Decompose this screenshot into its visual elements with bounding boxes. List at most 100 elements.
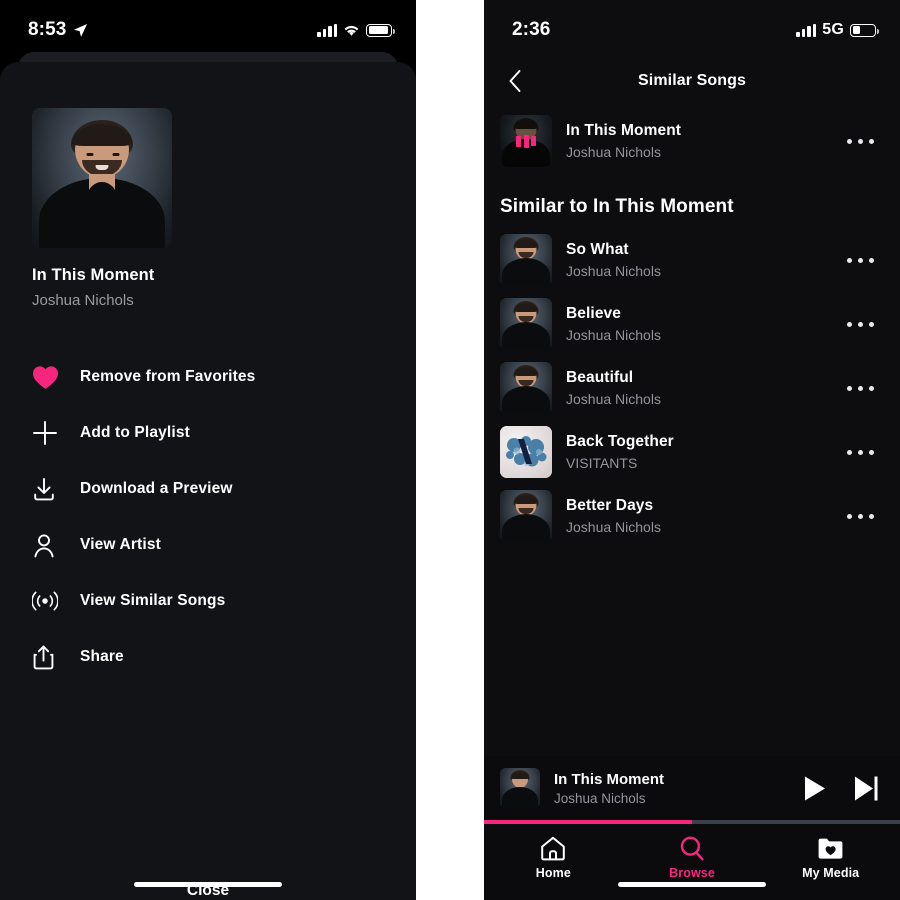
menu-item-add-to-playlist[interactable]: Add to Playlist [32,405,384,461]
menu-label: Remove from Favorites [80,368,256,385]
folder-heart-icon [818,838,843,859]
cellular-signal-icon [796,23,817,37]
song-row[interactable]: Back Together VISITANTS [484,420,900,484]
song-title: Back Together [566,433,674,450]
back-button[interactable] [484,58,546,104]
equalizer-bars-icon [500,115,552,167]
song-artist: Joshua Nichols [566,327,661,343]
home-indicator [618,882,766,887]
menu-label: Download a Preview [80,480,233,497]
tab-my-media[interactable]: My Media [761,824,900,900]
play-icon [805,776,825,800]
left-status-bar: 8:53 [0,0,416,50]
song-text: Back Together VISITANTS [552,433,836,471]
page-title: Similar Songs [638,72,746,89]
left-status-time-group: 8:53 [28,19,88,41]
song-row[interactable]: Better Days Joshua Nichols [484,484,900,548]
battery-icon [850,23,879,37]
right-status-bar: 2:36 5G [484,0,900,50]
right-status-time-group: 2:36 [512,19,550,41]
plus-icon [32,420,80,446]
more-horizontal-icon[interactable] [836,108,884,174]
song-artist: VISITANTS [566,455,638,471]
song-row[interactable]: Believe Joshua Nichols [484,292,900,356]
menu-item-download-a-preview[interactable]: Download a Preview [32,461,384,517]
navigation-bar: Similar Songs [484,58,900,104]
section-title: Similar to In This Moment [500,196,734,217]
mini-player-artist: Joshua Nichols [554,790,646,806]
menu-label: Share [80,648,124,665]
song-title: Believe [566,305,621,322]
song-text: Beautiful Joshua Nichols [552,369,836,407]
screenshot-stage: 8:53 In This Moment Joshua Nichols Remov… [0,0,900,900]
network-type-label: 5G [822,21,844,38]
left-status-icons [317,23,395,37]
more-horizontal-icon[interactable] [836,420,884,484]
song-artist: Joshua Nichols [566,391,661,407]
mini-player-title: In This Moment [554,770,664,788]
song-artwork [500,426,552,478]
location-arrow-icon [74,23,88,37]
mini-player[interactable]: In This Moment Joshua Nichols [484,756,900,820]
play-button[interactable] [803,775,827,802]
left-phone-screen: 8:53 In This Moment Joshua Nichols Remov… [0,0,416,900]
more-horizontal-icon[interactable] [836,356,884,420]
song-text: Believe Joshua Nichols [552,305,836,343]
now-playing-title: In This Moment [32,266,155,284]
track-title: In This Moment [566,122,682,139]
tab-label: My Media [802,866,860,880]
menu-item-view-similar-songs[interactable]: View Similar Songs [32,573,384,629]
visitants-logo-icon [506,436,547,467]
song-row[interactable]: So What Joshua Nichols [484,228,900,292]
broadcast-icon [32,590,80,612]
song-artist: Joshua Nichols [566,263,661,279]
current-track-row[interactable]: In This Moment Joshua Nichols [484,108,900,174]
song-title: Beautiful [566,369,634,386]
more-horizontal-icon[interactable] [836,484,884,548]
tab-browse[interactable]: Browse [623,824,762,900]
song-artwork [500,362,552,414]
song-title: So What [566,241,629,258]
content-scroll-area[interactable]: In This Moment Joshua Nichols Similar to… [484,108,900,756]
person-icon [32,533,80,558]
mini-player-controls [803,775,884,802]
tab-home[interactable]: Home [484,824,623,900]
song-text: Better Days Joshua Nichols [552,497,836,535]
song-row[interactable]: Beautiful Joshua Nichols [484,356,900,420]
action-menu: Remove from Favorites Add to Playlist Do… [32,349,384,685]
song-artwork [500,298,552,350]
right-status-icons: 5G [796,21,879,39]
song-artwork [500,490,552,542]
status-time: 8:53 [28,19,67,40]
chevron-left-icon [509,70,521,92]
menu-item-remove-from-favorites[interactable]: Remove from Favorites [32,349,384,405]
menu-label: Add to Playlist [80,424,190,441]
skip-next-button[interactable] [853,775,880,802]
track-text: In This Moment Joshua Nichols [552,122,836,160]
share-icon [32,645,80,670]
menu-label: View Similar Songs [80,592,226,609]
action-sheet: In This Moment Joshua Nichols Remove fro… [0,62,416,900]
search-icon [680,836,704,861]
skip-next-icon [855,776,878,800]
download-icon [32,477,80,502]
track-artist: Joshua Nichols [566,144,661,160]
song-artwork [500,234,552,286]
tab-bar: Home Browse My Media [484,824,900,900]
more-horizontal-icon[interactable] [836,228,884,292]
song-text: So What Joshua Nichols [552,241,836,279]
menu-item-view-artist[interactable]: View Artist [32,517,384,573]
now-playing-artwork [32,108,172,248]
battery-icon [366,23,395,37]
now-playing-artist: Joshua Nichols [32,292,134,309]
home-indicator [134,882,282,887]
tab-label: Browse [669,866,715,880]
menu-item-share[interactable]: Share [32,629,384,685]
mini-player-text: In This Moment Joshua Nichols [540,771,803,806]
more-horizontal-icon[interactable] [836,292,884,356]
track-artwork [500,115,552,167]
status-time: 2:36 [512,19,551,40]
mini-player-artwork [500,768,540,808]
menu-label: View Artist [80,536,161,553]
tab-label: Home [535,866,571,880]
